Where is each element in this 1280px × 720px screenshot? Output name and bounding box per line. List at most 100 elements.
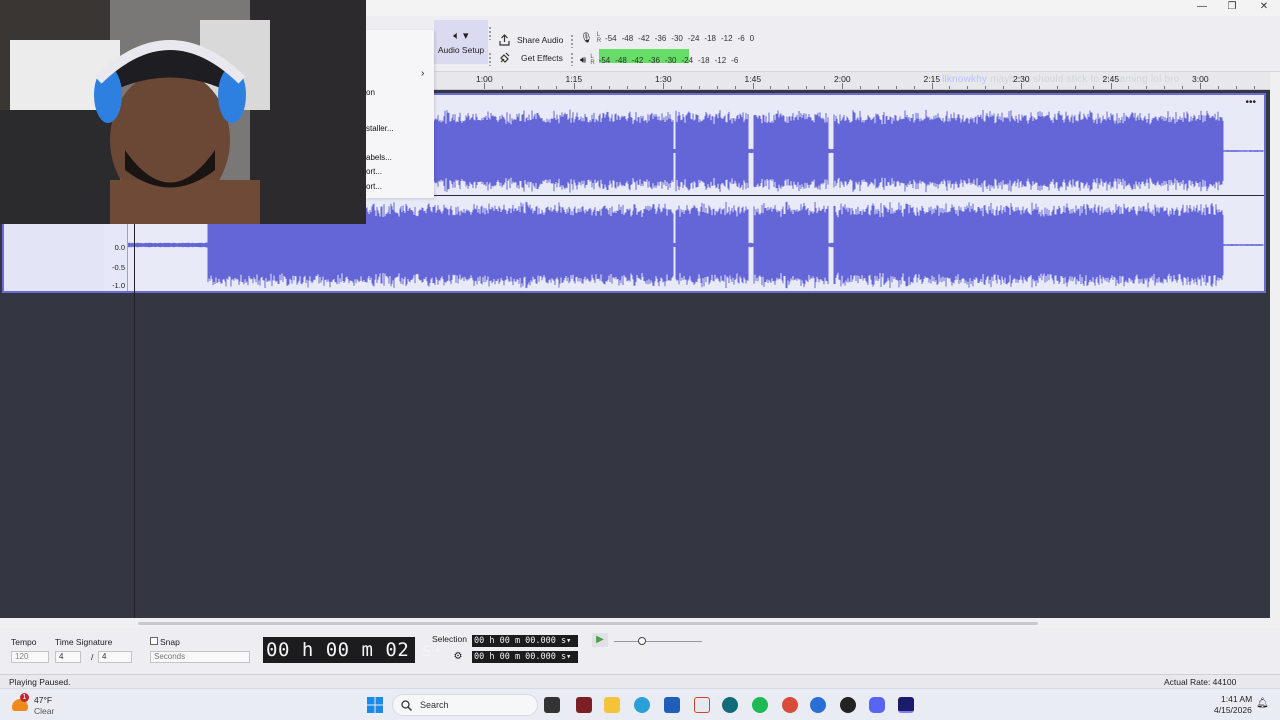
webcam-overlay — [0, 0, 366, 224]
share-audio-button[interactable]: Share Audio — [498, 34, 563, 46]
audacity-icon[interactable] — [898, 697, 914, 713]
ruler-tick — [859, 86, 861, 89]
ruler-tick — [985, 86, 987, 89]
taskbar: 1 47°F Clear Search 1:41 AM 4/15/2026 🔔︎ — [0, 688, 1280, 720]
recording-meter-ticks: -54 -48 -42 -36 -30 -24 -18 -12 -6 0 — [605, 34, 754, 43]
search-icon — [401, 699, 412, 711]
edge-icon[interactable] — [634, 697, 650, 713]
ruler-tick — [1164, 86, 1166, 89]
selection-start[interactable]: 00 h 00 m 00.000 s▾ — [472, 635, 578, 647]
spotify-icon[interactable] — [752, 697, 768, 713]
weather-temp[interactable]: 47°F — [34, 695, 52, 705]
app-icon[interactable] — [694, 697, 710, 713]
ruler-tick — [1038, 86, 1040, 89]
meter-tick: -42 — [638, 33, 650, 43]
meter-tick: -24 — [687, 33, 700, 43]
scroll-thumb[interactable] — [138, 622, 1038, 625]
toolbar-grip[interactable] — [570, 52, 574, 66]
microphone-icon: 🎙︎ — [580, 32, 593, 44]
time-display[interactable]: 00 h 00 m 02 s ▾ — [263, 637, 441, 663]
meter-tick: -6 — [731, 55, 739, 65]
audio-setup-button[interactable]: 🔈︎ ▾ Audio Setup — [434, 20, 488, 64]
discord-icon[interactable] — [869, 697, 885, 713]
share-audio-label: Share Audio — [517, 35, 564, 45]
app-icon[interactable] — [810, 697, 826, 713]
ruler-tick — [1146, 86, 1148, 89]
meter-tick: -42 — [631, 55, 644, 65]
share-icon — [499, 34, 510, 46]
obs-icon[interactable] — [840, 697, 856, 713]
ruler-tick — [537, 86, 539, 89]
meter-tick: -54 — [605, 33, 617, 43]
ruler-tick — [591, 86, 593, 89]
plug-icon — [500, 52, 510, 63]
windows-start-icon[interactable] — [367, 697, 383, 713]
close-button[interactable]: ✕ — [1248, 0, 1280, 16]
time-signature-lower[interactable]: 4 — [98, 651, 132, 663]
app-icon[interactable] — [722, 697, 738, 713]
actual-rate: Actual Rate: 44100 — [1164, 677, 1237, 687]
time-signature-upper[interactable]: 4 — [55, 651, 81, 663]
snap-label: Snap — [160, 637, 180, 647]
recording-meter[interactable]: 🎙︎ LR -54 -48 -42 -36 -30 -24 -18 -12 -6 0 — [580, 31, 754, 45]
status-text: Playing Paused. — [9, 677, 71, 687]
get-effects-label: Get Effects — [521, 53, 563, 63]
snap-checkbox[interactable] — [150, 637, 158, 645]
get-effects-button[interactable]: Get Effects — [498, 52, 563, 64]
ruler-tick — [501, 86, 503, 89]
chat-username: llknowkhy — [942, 74, 988, 85]
task-view-icon[interactable] — [544, 697, 560, 713]
playback-meter-track: -54 -48 -42 -36 -30 -24 -18 -12 -6 — [598, 48, 739, 65]
scale-label: -1.0 — [112, 281, 125, 290]
track-menu-button[interactable]: ••• — [1245, 97, 1256, 108]
playback-speed-slider[interactable] — [614, 641, 702, 642]
file-explorer-icon[interactable] — [604, 697, 620, 713]
menu-item[interactable]: ort... — [366, 182, 382, 191]
ruler-tick — [573, 83, 575, 89]
minimize-button[interactable]: — — [1186, 0, 1218, 16]
clock-date[interactable]: 4/15/2026 — [1214, 705, 1252, 715]
meter-tick: -48 — [615, 55, 627, 65]
menu-item[interactable]: ort... — [366, 167, 382, 176]
playback-meter[interactable]: 🔊︎ LR -54 -48 -42 -36 -30 -24 -18 -12 -6 — [580, 48, 739, 67]
chrome-icon[interactable] — [782, 697, 798, 713]
ruler-tick — [1074, 86, 1076, 89]
ruler-tick — [1128, 86, 1130, 89]
taskbar-search[interactable]: Search — [392, 694, 538, 716]
restore-button[interactable]: ❐ — [1216, 0, 1248, 16]
ruler-tick — [1056, 86, 1058, 89]
meter-channels: LR — [590, 54, 595, 66]
vertical-scrollbar[interactable] — [1270, 72, 1280, 618]
ruler-tick — [680, 86, 682, 89]
ruler-tick — [609, 86, 611, 89]
notification-bell-icon[interactable]: 🔔︎ — [1256, 698, 1269, 710]
app-icon[interactable] — [576, 697, 592, 713]
ruler-tick — [1200, 83, 1201, 89]
tempo-input[interactable]: 120 — [11, 651, 49, 663]
time-signature-label: Time Signature — [55, 637, 113, 647]
play-at-speed-button[interactable]: ▶ — [592, 633, 608, 647]
toolbar-grip[interactable] — [570, 34, 574, 48]
horizontal-scrollbar[interactable] — [0, 618, 1280, 628]
slider-thumb[interactable] — [638, 637, 646, 645]
toolbar-grip[interactable] — [488, 52, 492, 66]
snap-unit-select[interactable]: Seconds — [150, 651, 250, 663]
selection-end[interactable]: 00 h 00 m 00.000 s▾ — [472, 651, 578, 663]
ruler-tick — [788, 86, 790, 89]
meter-tick: -12 — [714, 55, 727, 65]
store-icon[interactable] — [664, 697, 680, 713]
meter-tick: -6 — [737, 33, 745, 43]
menu-item[interactable]: staller... — [366, 124, 394, 133]
toolbar-grip[interactable] — [488, 26, 492, 40]
clock-time[interactable]: 1:41 AM — [1221, 694, 1252, 704]
ruler-tick — [555, 86, 557, 89]
ruler-tick — [1235, 86, 1237, 89]
menu-item[interactable]: on — [366, 88, 375, 97]
gear-icon[interactable]: ⚙ — [452, 651, 464, 663]
time-signature-separator: / — [91, 652, 94, 662]
weather-desc[interactable]: Clear — [34, 706, 54, 716]
menu-item[interactable]: abels... — [366, 153, 392, 162]
speaker-icon: 🔊︎ — [580, 54, 587, 66]
submenu-arrow-icon: › — [421, 68, 425, 79]
ruler-tick — [967, 86, 969, 89]
